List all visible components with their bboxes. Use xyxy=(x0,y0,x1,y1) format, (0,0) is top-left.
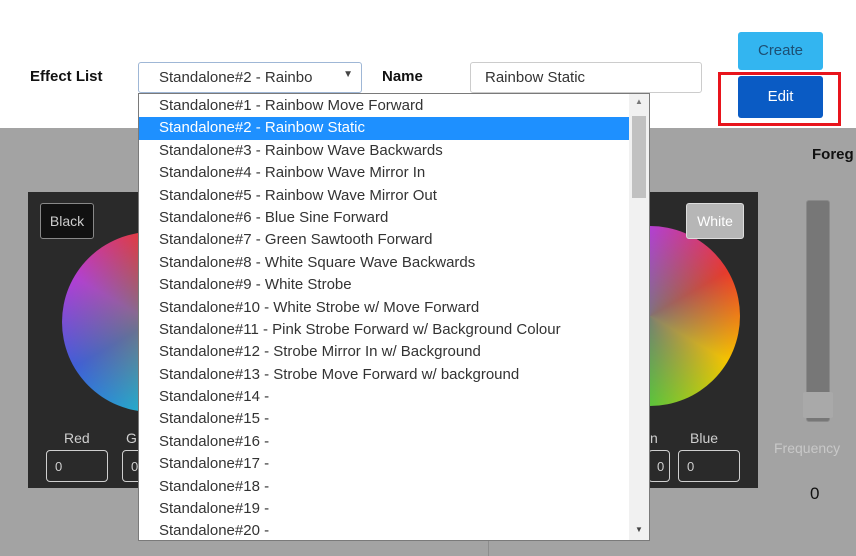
effect-select-value: Standalone#2 - Rainbo xyxy=(159,69,313,86)
dropdown-option[interactable]: Standalone#2 - Rainbow Static xyxy=(139,117,629,140)
frequency-slider[interactable] xyxy=(806,200,830,422)
red-value-field[interactable]: 0 xyxy=(46,450,108,482)
chevron-down-icon: ▼ xyxy=(343,69,353,80)
dropdown-option[interactable]: Standalone#20 - xyxy=(139,520,629,540)
frequency-label: Frequency xyxy=(774,440,841,456)
white-button[interactable]: White xyxy=(686,203,744,239)
dropdown-option[interactable]: Standalone#8 - White Square Wave Backwar… xyxy=(139,252,629,274)
name-input[interactable] xyxy=(470,62,702,93)
dropdown-option[interactable]: Standalone#4 - Rainbow Wave Mirror In xyxy=(139,162,629,184)
dropdown-option[interactable]: Standalone#11 - Pink Strobe Forward w/ B… xyxy=(139,319,629,341)
dropdown-option[interactable]: Standalone#15 - xyxy=(139,408,629,430)
dropdown-option[interactable]: Standalone#9 - White Strobe xyxy=(139,274,629,296)
red-label: Red xyxy=(64,430,90,446)
effect-list-select[interactable]: Standalone#2 - Rainbo ▼ xyxy=(138,62,362,93)
effect-dropdown-list[interactable]: Standalone#1 - Rainbow Move Forward Stand… xyxy=(138,93,650,541)
green-value-field-right[interactable]: 0 xyxy=(648,450,670,482)
green-label: G xyxy=(126,430,137,446)
blue-value-field[interactable]: 0 xyxy=(678,450,740,482)
scrollbar-thumb[interactable] xyxy=(632,116,646,198)
frequency-value: 0 xyxy=(810,484,820,503)
effect-list-label: Effect List xyxy=(30,68,103,85)
foreground-label: Foreg xyxy=(812,146,854,163)
dropdown-option[interactable]: Standalone#5 - Rainbow Wave Mirror Out xyxy=(139,185,629,207)
scroll-down-icon[interactable]: ▼ xyxy=(635,525,643,534)
dropdown-option[interactable]: Standalone#1 - Rainbow Move Forward xyxy=(139,95,629,117)
dropdown-option[interactable]: Standalone#13 - Strobe Move Forward w/ b… xyxy=(139,364,629,386)
color-wheel-right[interactable] xyxy=(648,226,740,406)
dropdown-option[interactable]: Standalone#17 - xyxy=(139,453,629,475)
dropdown-option[interactable]: Standalone#14 - xyxy=(139,386,629,408)
name-label: Name xyxy=(382,68,423,85)
color-wheel-left[interactable] xyxy=(62,232,140,412)
dropdown-option[interactable]: Standalone#3 - Rainbow Wave Backwards xyxy=(139,140,629,162)
dropdown-option[interactable]: Standalone#18 - xyxy=(139,476,629,498)
dropdown-option[interactable]: Standalone#7 - Green Sawtooth Forward xyxy=(139,229,629,251)
dropdown-option[interactable]: Standalone#10 - White Strobe w/ Move For… xyxy=(139,297,629,319)
scroll-up-icon[interactable]: ▲ xyxy=(635,97,643,106)
dropdown-options: Standalone#1 - Rainbow Move Forward Stand… xyxy=(139,95,629,540)
dropdown-option[interactable]: Standalone#16 - xyxy=(139,431,629,453)
blue-label: Blue xyxy=(690,430,719,446)
create-button[interactable]: Create xyxy=(738,32,823,70)
dropdown-option[interactable]: Standalone#19 - xyxy=(139,498,629,520)
dropdown-scrollbar[interactable]: ▲ ▼ xyxy=(629,94,649,540)
edit-button[interactable]: Edit xyxy=(738,76,823,118)
green-label-right: n xyxy=(650,430,658,446)
black-button[interactable]: Black xyxy=(40,203,94,239)
dropdown-option[interactable]: Standalone#6 - Blue Sine Forward xyxy=(139,207,629,229)
frequency-slider-thumb[interactable] xyxy=(803,392,833,418)
dropdown-option[interactable]: Standalone#12 - Strobe Mirror In w/ Back… xyxy=(139,341,629,363)
